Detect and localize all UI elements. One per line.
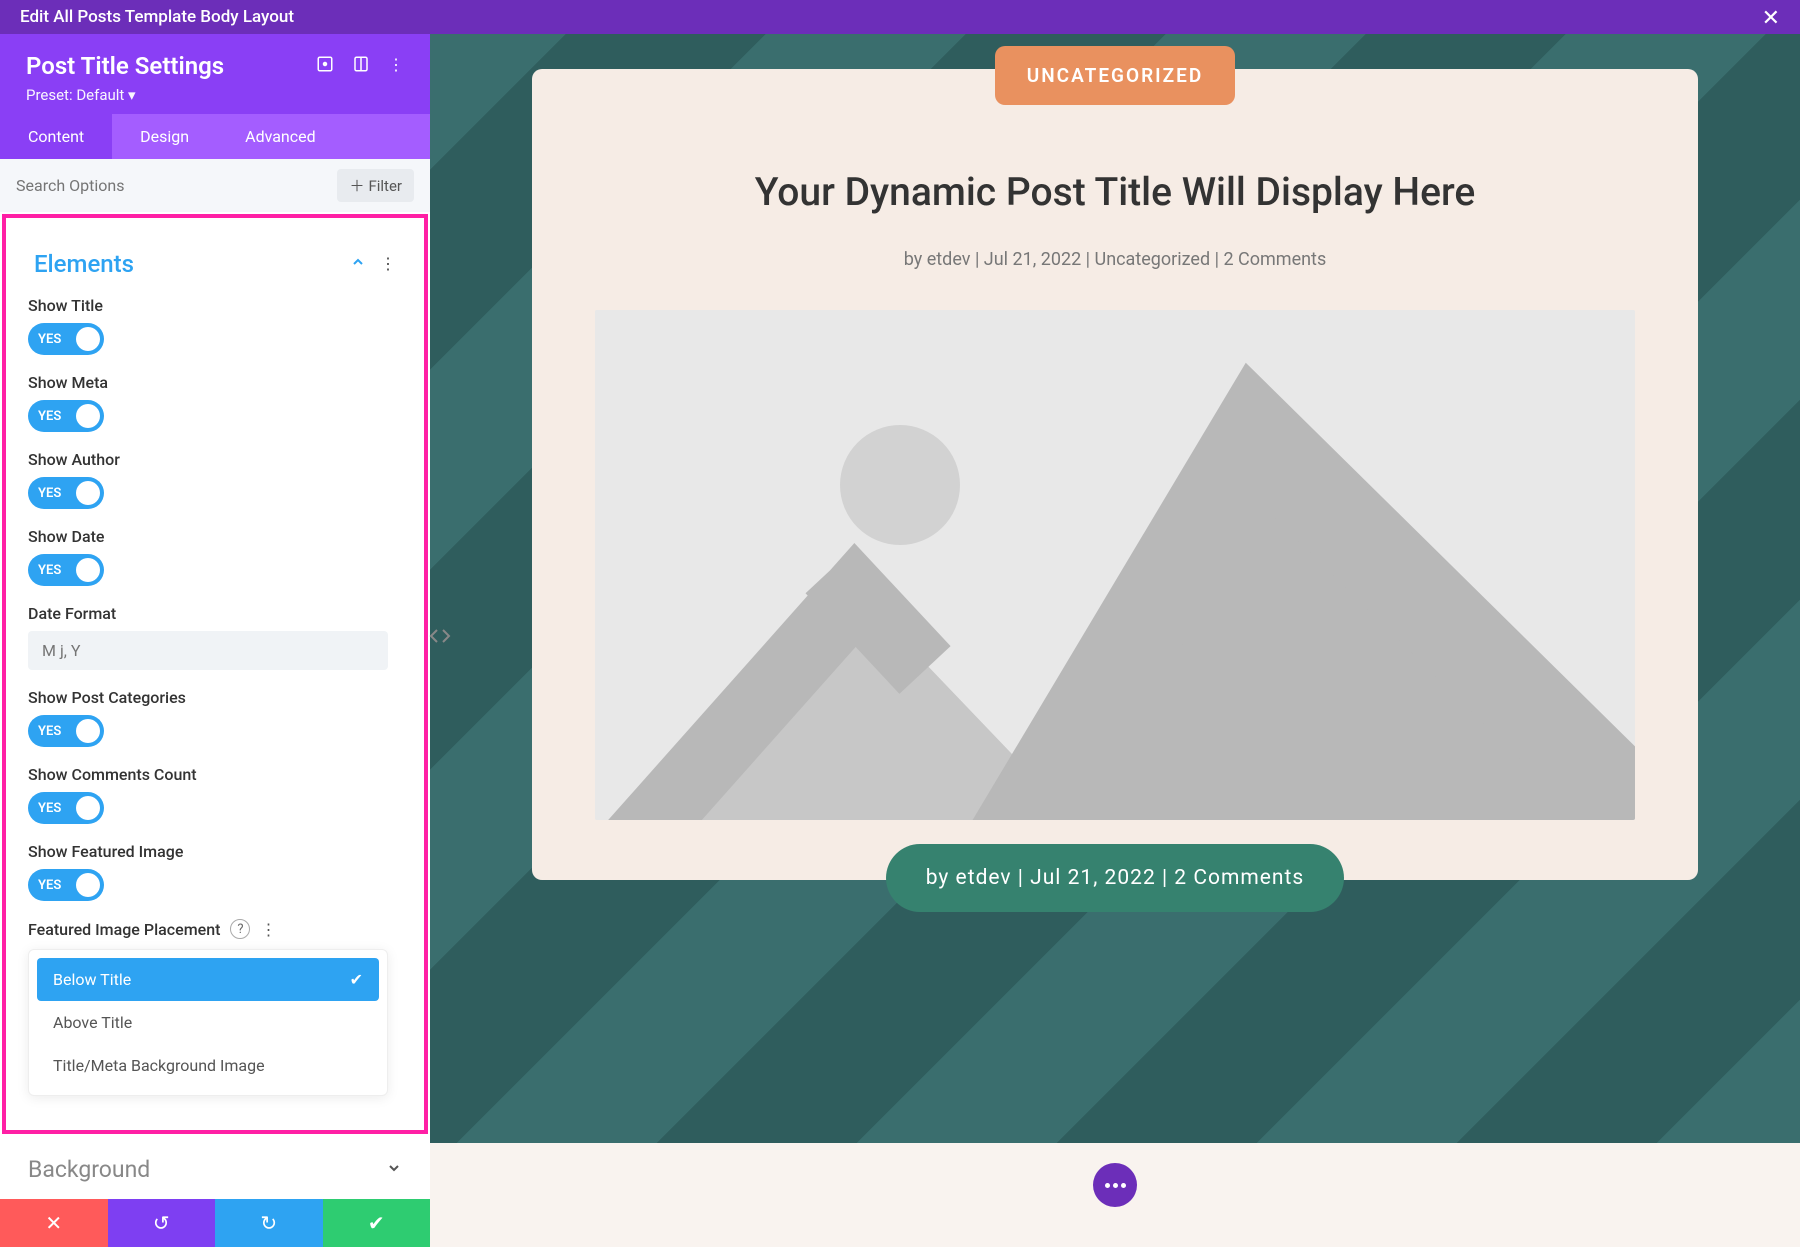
field-show-featured: Show Featured Image YES bbox=[28, 842, 402, 901]
settings-sidebar: Post Title Settings ⋮ Preset: Default ▾ … bbox=[0, 34, 430, 1247]
more-icon[interactable]: ⋮ bbox=[388, 55, 404, 77]
field-show-author: Show Author YES bbox=[28, 450, 402, 509]
field-date-format: Date Format bbox=[28, 604, 402, 670]
preset-selector[interactable]: Preset: Default ▾ bbox=[26, 86, 404, 104]
placement-option-below[interactable]: Below Title ✔ bbox=[37, 958, 379, 1001]
category-badge[interactable]: UNCATEGORIZED bbox=[995, 46, 1235, 105]
cancel-button[interactable]: ✕ bbox=[0, 1199, 108, 1247]
filter-button[interactable]: ＋ Filter bbox=[337, 169, 414, 202]
close-icon[interactable]: ✕ bbox=[1762, 6, 1780, 31]
sidebar-header: Post Title Settings ⋮ Preset: Default ▾ bbox=[0, 34, 430, 114]
date-format-input[interactable] bbox=[28, 631, 388, 670]
redo-button[interactable]: ↻ bbox=[215, 1199, 323, 1247]
fab-more-button[interactable] bbox=[1093, 1163, 1137, 1207]
panel-body[interactable]: Elements ⋮ Show Title YES Show Meta YES … bbox=[0, 212, 430, 1199]
search-input[interactable] bbox=[16, 176, 337, 195]
field-placement: Featured Image Placement ? ⋮ Below Title… bbox=[28, 919, 402, 1096]
tab-design[interactable]: Design bbox=[112, 114, 217, 159]
tab-advanced[interactable]: Advanced bbox=[217, 114, 344, 159]
elements-title: Elements bbox=[34, 250, 134, 278]
responsive-icon[interactable] bbox=[352, 55, 370, 77]
post-card: Your Dynamic Post Title Will Display Her… bbox=[532, 69, 1698, 880]
footer-buttons: ✕ ↺ ↻ ✔ bbox=[0, 1199, 430, 1247]
chevron-down-icon bbox=[386, 1160, 402, 1180]
resize-handle-icon[interactable] bbox=[428, 624, 452, 648]
dots-icon bbox=[1105, 1183, 1126, 1188]
search-row: ＋ Filter bbox=[0, 159, 430, 212]
field-more-icon[interactable]: ⋮ bbox=[260, 920, 276, 939]
field-show-categories: Show Post Categories YES bbox=[28, 688, 402, 747]
check-icon: ✔ bbox=[350, 970, 363, 989]
field-show-comments: Show Comments Count YES bbox=[28, 765, 402, 824]
placement-option-bg[interactable]: Title/Meta Background Image bbox=[37, 1044, 379, 1087]
toggle-show-comments[interactable]: YES bbox=[28, 792, 104, 824]
field-show-title: Show Title YES bbox=[28, 296, 402, 355]
hover-icon[interactable] bbox=[316, 55, 334, 77]
elements-header[interactable]: Elements ⋮ bbox=[34, 250, 396, 278]
post-meta: by etdev | Jul 21, 2022 | Uncategorized … bbox=[904, 249, 1327, 270]
toggle-show-categories[interactable]: YES bbox=[28, 715, 104, 747]
preview-canvas: UNCATEGORIZED Your Dynamic Post Title Wi… bbox=[430, 34, 1800, 1247]
tabs: Content Design Advanced bbox=[0, 114, 430, 159]
tab-content[interactable]: Content bbox=[0, 114, 112, 159]
topbar-title: Edit All Posts Template Body Layout bbox=[20, 7, 294, 27]
toggle-show-title[interactable]: YES bbox=[28, 323, 104, 355]
toggle-show-meta[interactable]: YES bbox=[28, 400, 104, 432]
placement-dropdown: Below Title ✔ Above Title Title/Meta Bac… bbox=[28, 949, 388, 1096]
top-bar: Edit All Posts Template Body Layout ✕ bbox=[0, 0, 1800, 34]
placement-option-above[interactable]: Above Title bbox=[37, 1001, 379, 1044]
field-show-date: Show Date YES bbox=[28, 527, 402, 586]
post-title: Your Dynamic Post Title Will Display Her… bbox=[755, 169, 1476, 215]
elements-section-highlight: Elements ⋮ Show Title YES Show Meta YES … bbox=[2, 214, 428, 1134]
section-more-icon[interactable]: ⋮ bbox=[380, 254, 396, 274]
background-section[interactable]: Background bbox=[0, 1136, 430, 1199]
featured-image-placeholder bbox=[595, 310, 1635, 820]
meta-badge[interactable]: by etdev | Jul 21, 2022 | 2 Comments bbox=[886, 844, 1345, 912]
settings-title: Post Title Settings bbox=[26, 52, 224, 80]
toggle-show-featured[interactable]: YES bbox=[28, 869, 104, 901]
save-button[interactable]: ✔ bbox=[323, 1199, 431, 1247]
field-show-meta: Show Meta YES bbox=[28, 373, 402, 432]
toggle-show-date[interactable]: YES bbox=[28, 554, 104, 586]
undo-button[interactable]: ↺ bbox=[108, 1199, 216, 1247]
toggle-show-author[interactable]: YES bbox=[28, 477, 104, 509]
help-icon[interactable]: ? bbox=[230, 919, 250, 939]
chevron-up-icon[interactable] bbox=[350, 254, 366, 274]
